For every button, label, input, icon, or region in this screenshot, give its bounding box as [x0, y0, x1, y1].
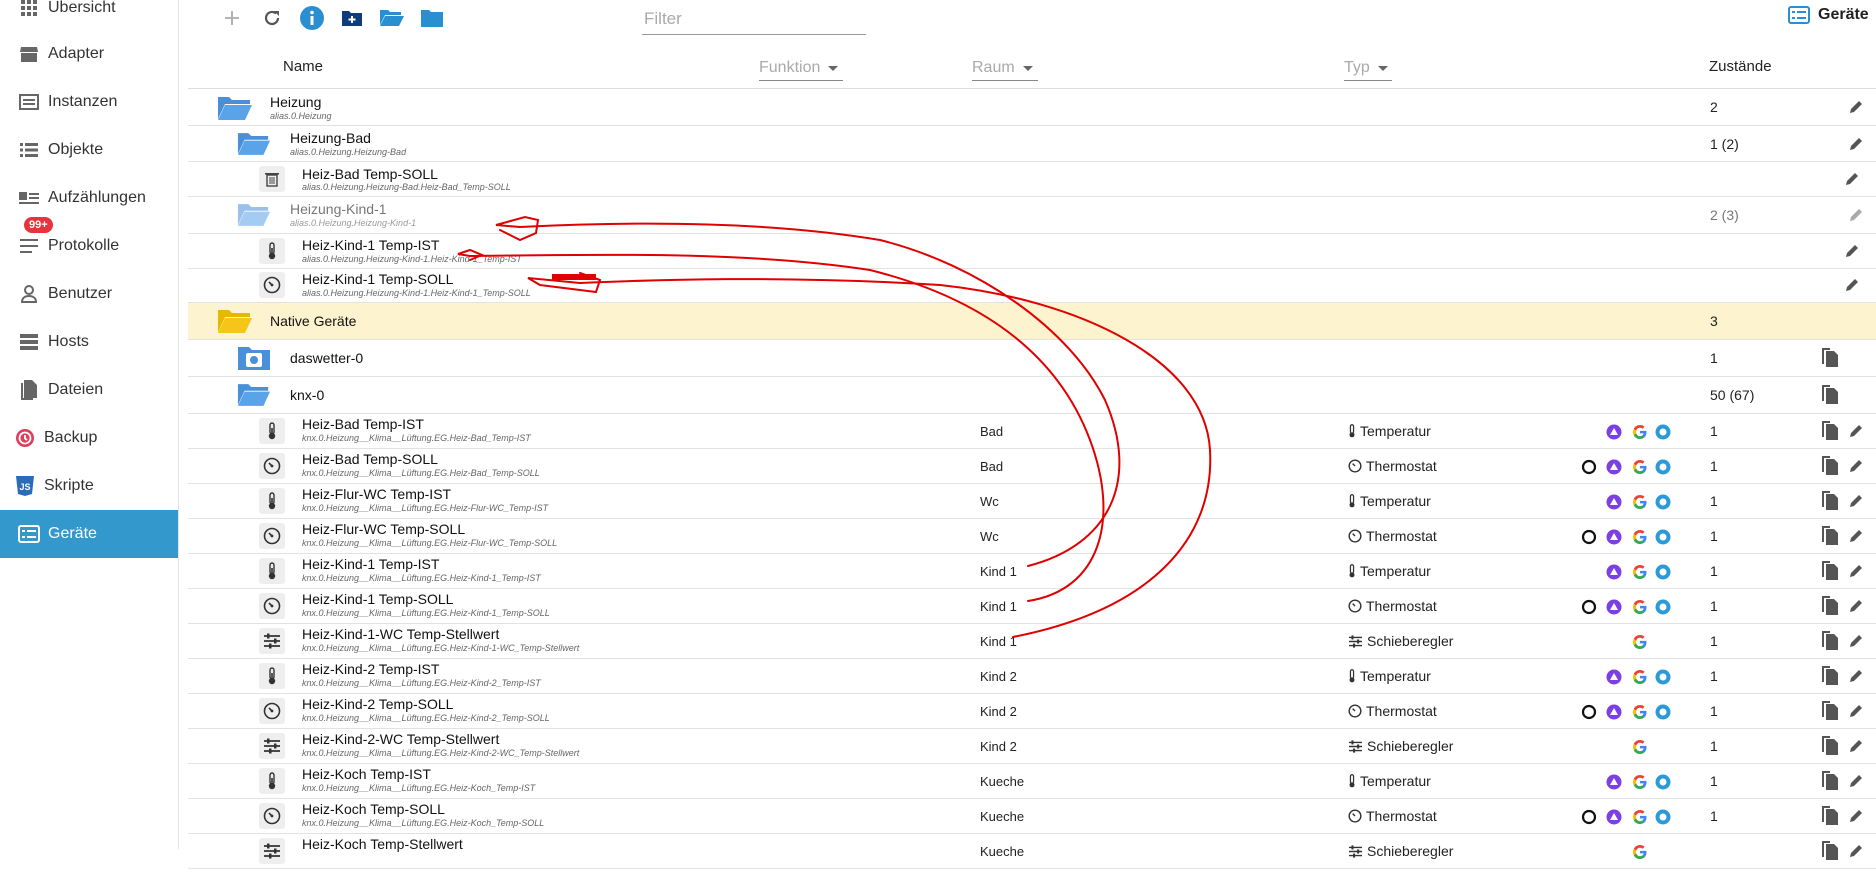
- annotation-arrow-1: [519, 222, 1121, 567]
- annotation-arrow-2: [469, 253, 1105, 602]
- annotation-arrow-3: [579, 278, 1212, 638]
- annotation-arrows: [457, 215, 1212, 638]
- annotation-arrow-1-head: [495, 215, 540, 242]
- annotation-scribble: [552, 274, 596, 280]
